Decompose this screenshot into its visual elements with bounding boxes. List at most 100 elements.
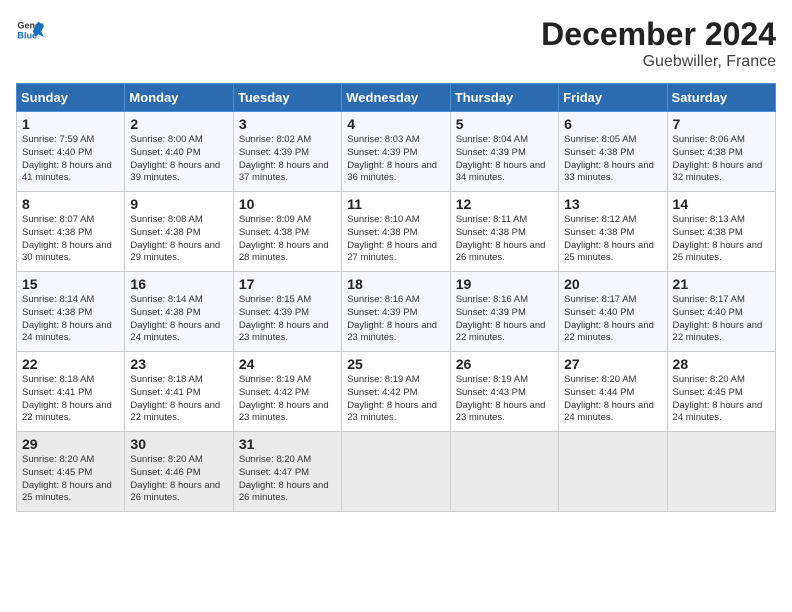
day-number: 22 [22,356,119,372]
cell-info: Sunrise: 8:20 AMSunset: 4:45 PMDaylight:… [673,374,770,425]
calendar-day-cell: 27 Sunrise: 8:20 AMSunset: 4:44 PMDaylig… [559,352,667,432]
calendar-week-row: 22 Sunrise: 8:18 AMSunset: 4:41 PMDaylig… [17,352,776,432]
calendar-header-cell: Sunday [17,84,125,112]
calendar-day-cell: 19 Sunrise: 8:16 AMSunset: 4:39 PMDaylig… [450,272,558,352]
day-number: 7 [673,116,770,132]
logo-icon: General Blue [16,16,44,44]
day-number: 15 [22,276,119,292]
location-subtitle: Guebwiller, France [541,53,776,71]
calendar-header-cell: Tuesday [233,84,341,112]
calendar-header-cell: Saturday [667,84,775,112]
cell-info: Sunrise: 8:02 AMSunset: 4:39 PMDaylight:… [239,134,336,185]
cell-info: Sunrise: 8:14 AMSunset: 4:38 PMDaylight:… [22,294,119,345]
day-number: 3 [239,116,336,132]
calendar-day-cell: 5 Sunrise: 8:04 AMSunset: 4:39 PMDayligh… [450,112,558,192]
cell-info: Sunrise: 8:09 AMSunset: 4:38 PMDaylight:… [239,214,336,265]
day-number: 24 [239,356,336,372]
logo: General Blue [16,16,44,44]
calendar-day-cell: 9 Sunrise: 8:08 AMSunset: 4:38 PMDayligh… [125,192,233,272]
calendar-day-cell: 25 Sunrise: 8:19 AMSunset: 4:42 PMDaylig… [342,352,450,432]
day-number: 18 [347,276,444,292]
cell-info: Sunrise: 8:20 AMSunset: 4:47 PMDaylight:… [239,454,336,505]
day-number: 25 [347,356,444,372]
calendar-body: 1 Sunrise: 7:59 AMSunset: 4:40 PMDayligh… [17,112,776,512]
day-number: 27 [564,356,661,372]
day-number: 20 [564,276,661,292]
day-number: 13 [564,196,661,212]
title-area: December 2024 Guebwiller, France [541,16,776,71]
day-number: 19 [456,276,553,292]
calendar-day-cell: 8 Sunrise: 8:07 AMSunset: 4:38 PMDayligh… [17,192,125,272]
cell-info: Sunrise: 8:20 AMSunset: 4:44 PMDaylight:… [564,374,661,425]
day-number: 31 [239,436,336,452]
calendar-day-cell: 4 Sunrise: 8:03 AMSunset: 4:39 PMDayligh… [342,112,450,192]
calendar-table: SundayMondayTuesdayWednesdayThursdayFrid… [16,83,776,512]
calendar-day-cell: 13 Sunrise: 8:12 AMSunset: 4:38 PMDaylig… [559,192,667,272]
day-number: 9 [130,196,227,212]
calendar-week-row: 15 Sunrise: 8:14 AMSunset: 4:38 PMDaylig… [17,272,776,352]
cell-info: Sunrise: 8:20 AMSunset: 4:45 PMDaylight:… [22,454,119,505]
calendar-week-row: 1 Sunrise: 7:59 AMSunset: 4:40 PMDayligh… [17,112,776,192]
calendar-day-cell: 6 Sunrise: 8:05 AMSunset: 4:38 PMDayligh… [559,112,667,192]
calendar-day-cell: 20 Sunrise: 8:17 AMSunset: 4:40 PMDaylig… [559,272,667,352]
calendar-day-cell [450,432,558,512]
calendar-day-cell: 15 Sunrise: 8:14 AMSunset: 4:38 PMDaylig… [17,272,125,352]
calendar-day-cell: 30 Sunrise: 8:20 AMSunset: 4:46 PMDaylig… [125,432,233,512]
day-number: 6 [564,116,661,132]
calendar-day-cell: 18 Sunrise: 8:16 AMSunset: 4:39 PMDaylig… [342,272,450,352]
day-number: 29 [22,436,119,452]
cell-info: Sunrise: 8:14 AMSunset: 4:38 PMDaylight:… [130,294,227,345]
calendar-day-cell: 17 Sunrise: 8:15 AMSunset: 4:39 PMDaylig… [233,272,341,352]
calendar-day-cell: 10 Sunrise: 8:09 AMSunset: 4:38 PMDaylig… [233,192,341,272]
calendar-day-cell [559,432,667,512]
calendar-week-row: 29 Sunrise: 8:20 AMSunset: 4:45 PMDaylig… [17,432,776,512]
day-number: 12 [456,196,553,212]
cell-info: Sunrise: 8:11 AMSunset: 4:38 PMDaylight:… [456,214,553,265]
calendar-header-cell: Friday [559,84,667,112]
calendar-day-cell: 22 Sunrise: 8:18 AMSunset: 4:41 PMDaylig… [17,352,125,432]
calendar-day-cell: 28 Sunrise: 8:20 AMSunset: 4:45 PMDaylig… [667,352,775,432]
cell-info: Sunrise: 8:13 AMSunset: 4:38 PMDaylight:… [673,214,770,265]
day-number: 2 [130,116,227,132]
cell-info: Sunrise: 8:08 AMSunset: 4:38 PMDaylight:… [130,214,227,265]
calendar-day-cell: 23 Sunrise: 8:18 AMSunset: 4:41 PMDaylig… [125,352,233,432]
calendar-header-row: SundayMondayTuesdayWednesdayThursdayFrid… [17,84,776,112]
day-number: 8 [22,196,119,212]
day-number: 4 [347,116,444,132]
calendar-day-cell [342,432,450,512]
day-number: 16 [130,276,227,292]
cell-info: Sunrise: 8:16 AMSunset: 4:39 PMDaylight:… [347,294,444,345]
cell-info: Sunrise: 8:18 AMSunset: 4:41 PMDaylight:… [22,374,119,425]
day-number: 17 [239,276,336,292]
cell-info: Sunrise: 8:07 AMSunset: 4:38 PMDaylight:… [22,214,119,265]
calendar-header-cell: Thursday [450,84,558,112]
cell-info: Sunrise: 8:05 AMSunset: 4:38 PMDaylight:… [564,134,661,185]
month-title: December 2024 [541,16,776,53]
calendar-day-cell: 31 Sunrise: 8:20 AMSunset: 4:47 PMDaylig… [233,432,341,512]
day-number: 30 [130,436,227,452]
day-number: 14 [673,196,770,212]
calendar-day-cell: 24 Sunrise: 8:19 AMSunset: 4:42 PMDaylig… [233,352,341,432]
day-number: 28 [673,356,770,372]
day-number: 23 [130,356,227,372]
cell-info: Sunrise: 8:10 AMSunset: 4:38 PMDaylight:… [347,214,444,265]
cell-info: Sunrise: 8:03 AMSunset: 4:39 PMDaylight:… [347,134,444,185]
calendar-header-cell: Wednesday [342,84,450,112]
calendar-day-cell [667,432,775,512]
cell-info: Sunrise: 8:00 AMSunset: 4:40 PMDaylight:… [130,134,227,185]
day-number: 21 [673,276,770,292]
day-number: 10 [239,196,336,212]
calendar-day-cell: 3 Sunrise: 8:02 AMSunset: 4:39 PMDayligh… [233,112,341,192]
cell-info: Sunrise: 7:59 AMSunset: 4:40 PMDaylight:… [22,134,119,185]
header: General Blue December 2024 Guebwiller, F… [16,16,776,71]
calendar-day-cell: 21 Sunrise: 8:17 AMSunset: 4:40 PMDaylig… [667,272,775,352]
cell-info: Sunrise: 8:19 AMSunset: 4:42 PMDaylight:… [239,374,336,425]
cell-info: Sunrise: 8:17 AMSunset: 4:40 PMDaylight:… [673,294,770,345]
day-number: 1 [22,116,119,132]
calendar-day-cell: 7 Sunrise: 8:06 AMSunset: 4:38 PMDayligh… [667,112,775,192]
cell-info: Sunrise: 8:15 AMSunset: 4:39 PMDaylight:… [239,294,336,345]
cell-info: Sunrise: 8:04 AMSunset: 4:39 PMDaylight:… [456,134,553,185]
calendar-day-cell: 29 Sunrise: 8:20 AMSunset: 4:45 PMDaylig… [17,432,125,512]
cell-info: Sunrise: 8:12 AMSunset: 4:38 PMDaylight:… [564,214,661,265]
cell-info: Sunrise: 8:16 AMSunset: 4:39 PMDaylight:… [456,294,553,345]
